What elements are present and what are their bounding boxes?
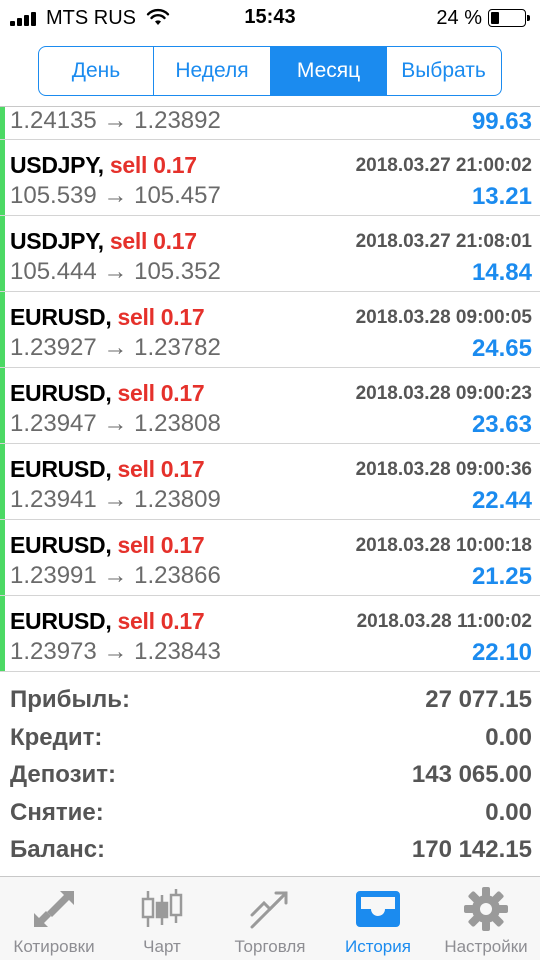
order-prices: 1.23947 → 1.23808 bbox=[10, 410, 221, 437]
account-summary: Прибыль: 27 077.15 Кредит: 0.00 Депозит:… bbox=[0, 682, 540, 870]
period-segmented-control: День Неделя Месяц Выбрать bbox=[38, 46, 502, 96]
order-symbol: EURUSD, bbox=[10, 304, 112, 330]
order-profit: 21.25 bbox=[471, 563, 532, 590]
order-prices: 1.23927 → 1.23782 bbox=[10, 334, 221, 361]
order-prices: 105.444 → 105.352 bbox=[10, 258, 221, 285]
tab-chart[interactable]: Чарт bbox=[108, 877, 216, 960]
tab-settings[interactable]: Настройки bbox=[432, 877, 540, 960]
order-profit: 99.63 bbox=[471, 108, 532, 135]
summary-profit: Прибыль: 27 077.15 bbox=[0, 682, 540, 720]
tab-label: Торговля bbox=[234, 937, 306, 956]
order-row[interactable]: EURUSD, sell 0.17 2018.03.28 10:00:18 1.23… bbox=[0, 520, 540, 596]
order-action: sell 0.17 bbox=[117, 380, 205, 406]
order-action: sell 0.17 bbox=[109, 228, 197, 254]
order-row[interactable]: USDJPY, sell 0.17 2018.03.27 21:00:02 105.… bbox=[0, 140, 540, 216]
order-time: 2018.03.27 21:08:01 bbox=[355, 231, 532, 252]
order-time: 2018.03.28 09:00:05 bbox=[355, 307, 532, 328]
tab-history[interactable]: История bbox=[324, 877, 432, 960]
order-action: sell 0.17 bbox=[117, 304, 205, 330]
summary-label: Прибыль: bbox=[10, 686, 130, 713]
order-row[interactable]: EURUSD, sell 0.17 2018.03.28 09:00:05 1.23… bbox=[0, 292, 540, 368]
order-profit: 13.21 bbox=[471, 183, 532, 210]
order-row[interactable]: USDJPY, sell 0.17 2018.03.27 21:08:01 105.… bbox=[0, 216, 540, 292]
order-symbol: USDJPY, bbox=[10, 228, 104, 254]
trade-trend-icon bbox=[250, 891, 288, 929]
orders-list: 1.24135 → 1.23892 99.63 USDJPY, sell 0.1… bbox=[0, 107, 540, 672]
summary-value: 27 077.15 bbox=[425, 686, 532, 713]
order-symbol: EURUSD, bbox=[10, 456, 112, 482]
summary-label: Снятие: bbox=[10, 798, 104, 826]
order-action: sell 0.17 bbox=[117, 456, 205, 482]
order-symbol-line: USDJPY, sell 0.17 bbox=[10, 152, 197, 179]
order-prices: 1.23991 → 1.23866 bbox=[10, 562, 221, 589]
battery-percent: 24 % bbox=[436, 7, 482, 29]
order-row[interactable]: EURUSD, sell 0.17 2018.03.28 11:00:02 1.23… bbox=[0, 596, 540, 672]
order-prices: 1.23973 → 1.23843 bbox=[10, 638, 221, 665]
order-action: sell 0.17 bbox=[117, 608, 205, 634]
summary-value: 0.00 bbox=[485, 723, 532, 751]
tab-label: Чарт bbox=[143, 937, 181, 956]
bottom-tab-bar: Котировки Чарт Торговля История Настройк… bbox=[0, 876, 540, 960]
order-profit: 23.63 bbox=[471, 411, 532, 438]
status-bar: MTS RUS 15:43 24 % bbox=[0, 0, 540, 36]
battery-fill bbox=[491, 12, 499, 24]
order-prices: 1.23941 → 1.23809 bbox=[10, 486, 221, 513]
summary-value: 143 065.00 bbox=[411, 761, 532, 788]
order-profit: 14.84 bbox=[471, 259, 532, 286]
battery-icon bbox=[488, 9, 530, 27]
order-symbol: EURUSD, bbox=[10, 532, 112, 558]
segment-custom[interactable]: Выбрать bbox=[387, 47, 500, 95]
order-time: 2018.03.28 10:00:18 bbox=[355, 535, 532, 556]
summary-value: 170 142.15 bbox=[411, 836, 532, 863]
quotes-arrows-icon bbox=[34, 891, 74, 927]
tab-label: История bbox=[345, 937, 411, 956]
order-symbol-line: EURUSD, sell 0.17 bbox=[10, 380, 205, 407]
order-prices: 1.24135 → 1.23892 bbox=[10, 107, 221, 134]
order-row[interactable]: EURUSD, sell 0.17 2018.03.28 09:00:36 1.23… bbox=[0, 444, 540, 520]
summary-label: Баланс: bbox=[10, 836, 106, 863]
order-time: 2018.03.27 21:00:02 bbox=[355, 155, 532, 176]
summary-credit: Кредит: 0.00 bbox=[0, 720, 540, 758]
order-time: 2018.03.28 11:00:02 bbox=[356, 611, 532, 632]
order-row[interactable]: 1.24135 → 1.23892 99.63 bbox=[0, 107, 540, 140]
order-action: sell 0.17 bbox=[117, 532, 205, 558]
history-tray-icon bbox=[356, 891, 400, 927]
order-prices: 105.539 → 105.457 bbox=[10, 182, 221, 209]
order-symbol-line: EURUSD, sell 0.17 bbox=[10, 532, 205, 559]
order-symbol-line: EURUSD, sell 0.17 bbox=[10, 456, 205, 483]
order-time: 2018.03.28 09:00:23 bbox=[355, 383, 532, 404]
order-symbol: USDJPY, bbox=[10, 152, 104, 178]
summary-label: Депозит: bbox=[10, 761, 117, 788]
order-symbol: EURUSD, bbox=[10, 608, 112, 634]
order-profit: 24.65 bbox=[471, 335, 532, 362]
summary-withdrawal: Снятие: 0.00 bbox=[0, 795, 540, 833]
order-symbol-line: USDJPY, sell 0.17 bbox=[10, 228, 197, 255]
gear-icon bbox=[464, 887, 508, 931]
candlestick-chart-icon bbox=[141, 889, 183, 927]
tab-label: Котировки bbox=[13, 937, 95, 956]
order-row[interactable]: EURUSD, sell 0.17 2018.03.28 09:00:23 1.23… bbox=[0, 368, 540, 444]
summary-label: Кредит: bbox=[10, 723, 103, 751]
segment-month[interactable]: Месяц bbox=[271, 47, 387, 95]
order-action: sell 0.17 bbox=[109, 152, 197, 178]
tab-trade[interactable]: Торговля bbox=[216, 877, 324, 960]
order-profit: 22.10 bbox=[471, 639, 532, 666]
segment-week[interactable]: Неделя bbox=[154, 47, 271, 95]
order-profit: 22.44 bbox=[471, 487, 532, 514]
summary-deposit: Депозит: 143 065.00 bbox=[0, 757, 540, 795]
tab-label: Настройки bbox=[444, 937, 528, 956]
order-time: 2018.03.28 09:00:36 bbox=[355, 459, 532, 480]
order-symbol: EURUSD, bbox=[10, 380, 112, 406]
summary-value: 0.00 bbox=[485, 798, 532, 826]
order-symbol-line: EURUSD, sell 0.17 bbox=[10, 608, 205, 635]
order-symbol-line: EURUSD, sell 0.17 bbox=[10, 304, 205, 331]
tab-quotes[interactable]: Котировки bbox=[0, 877, 108, 960]
segment-day[interactable]: День bbox=[39, 47, 154, 95]
summary-balance: Баланс: 170 142.15 bbox=[0, 832, 540, 870]
